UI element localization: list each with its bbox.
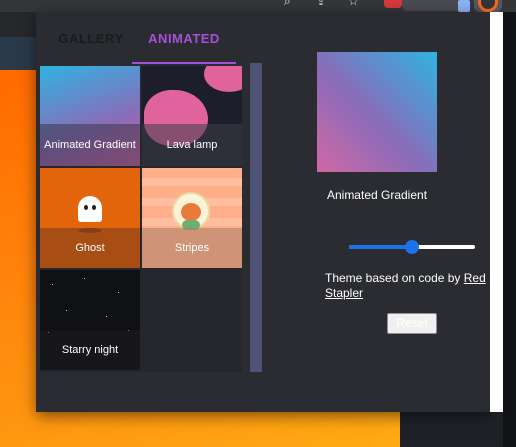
puzzle-icon[interactable] xyxy=(458,0,470,12)
theme-tile-label: Animated Gradient xyxy=(40,124,140,166)
reset-button[interactable]: Reset xyxy=(387,313,437,334)
theme-tile-label: Lava lamp xyxy=(142,124,242,166)
credit-prefix: Theme based on code by xyxy=(325,271,464,285)
theme-grid: Animated Gradient Lava lamp Ghost Stripe… xyxy=(40,66,242,372)
tab-animated[interactable]: ANIMATED xyxy=(132,32,236,64)
ghost-icon xyxy=(78,196,102,222)
browser-toolbar: ⌕ ⇪ ☆ xyxy=(0,0,516,12)
background-page xyxy=(503,12,516,447)
theme-preview xyxy=(317,52,437,172)
search-icon[interactable]: ⌕ xyxy=(284,0,291,9)
speed-slider-fill xyxy=(349,245,412,249)
extension-chip[interactable] xyxy=(402,0,462,11)
background-page xyxy=(0,12,36,37)
theme-popup: GALLERY ANIMATED Animated Gradient Lava … xyxy=(36,12,490,412)
theme-tile-starry-night[interactable]: Starry night xyxy=(40,270,140,370)
bookmark-star-icon[interactable]: ☆ xyxy=(348,0,359,8)
active-tab-indicator xyxy=(132,62,236,64)
theme-tile-label: Stripes xyxy=(142,228,242,268)
theme-tile-stripes[interactable]: Stripes xyxy=(142,168,242,268)
background-page xyxy=(400,412,516,447)
popup-scrollbar[interactable] xyxy=(490,12,503,412)
tiger-icon xyxy=(172,192,210,230)
theme-tile-animated-gradient[interactable]: Animated Gradient xyxy=(40,66,140,166)
speed-slider-thumb[interactable] xyxy=(405,240,419,254)
lava-blob xyxy=(204,66,242,92)
theme-tile-lava-lamp[interactable]: Lava lamp xyxy=(142,66,242,166)
share-icon[interactable]: ⇪ xyxy=(316,0,326,8)
preview-label: Animated Gradient xyxy=(326,188,428,202)
extension-icon[interactable] xyxy=(384,0,402,8)
theme-tile-label: Starry night xyxy=(40,330,140,370)
credit-text: Theme based on code by Red Stapler xyxy=(325,271,500,301)
theme-tile-label: Ghost xyxy=(40,228,140,268)
background-page xyxy=(0,37,36,70)
grid-scrollbar[interactable] xyxy=(250,63,262,372)
theme-tile-ghost[interactable]: Ghost xyxy=(40,168,140,268)
tab-gallery[interactable]: GALLERY xyxy=(46,32,136,64)
